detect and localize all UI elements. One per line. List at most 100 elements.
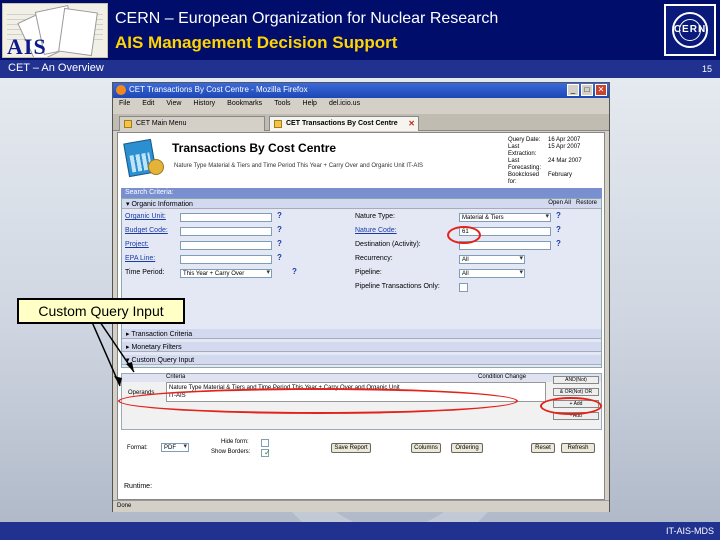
hide-form-label: Hide form:	[221, 439, 249, 445]
format-select[interactable]: PDF	[161, 443, 189, 452]
recurrency-label: Recurrency:	[355, 255, 393, 262]
project-input[interactable]	[180, 241, 272, 250]
maximize-icon[interactable]: □	[581, 84, 593, 96]
menu-bookmarks[interactable]: Bookmarks	[227, 100, 262, 111]
meta-key: Last Extraction:	[508, 144, 537, 157]
and-or-button[interactable]: & OR(Not) OR	[553, 388, 599, 396]
hide-form-checkbox[interactable]	[261, 439, 269, 447]
help-icon[interactable]: ?	[277, 225, 282, 234]
help-icon[interactable]: ?	[277, 211, 282, 220]
section-label: Transaction Criteria	[131, 331, 193, 338]
section-custom-query-input[interactable]: ▾ Custom Query Input	[122, 355, 601, 365]
nature-type-select[interactable]: Material & Tiers	[459, 213, 551, 222]
nature-code-label[interactable]: Nature Code:	[355, 227, 397, 234]
section-title: CET – An Overview	[8, 62, 104, 74]
pipeline-only-checkbox[interactable]	[459, 283, 468, 292]
minimize-icon[interactable]: _	[567, 84, 579, 96]
tab-cet-main-menu[interactable]: CET Main Menu	[119, 116, 265, 131]
budget-code-input[interactable]	[180, 227, 272, 236]
menu-view[interactable]: View	[166, 100, 181, 111]
meta-value: 15 Apr 2007	[548, 144, 581, 150]
browser-title: CET Transactions By Cost Centre - Mozill…	[129, 85, 308, 94]
firefox-icon	[116, 85, 126, 95]
help-icon[interactable]: ?	[556, 225, 561, 234]
columns-button[interactable]: Columns	[411, 443, 441, 453]
ais-logo-text: AIS	[7, 34, 47, 58]
menu-edit[interactable]: Edit	[142, 100, 154, 111]
section-transaction-criteria[interactable]: ▸ Transaction Criteria	[122, 329, 601, 339]
pipeline-transactions-only-label: Pipeline Transactions Only:	[355, 283, 440, 290]
pipeline-select[interactable]: All	[459, 269, 525, 278]
menu-delicious[interactable]: del.icio.us	[329, 100, 360, 111]
menu-history[interactable]: History	[193, 100, 215, 111]
save-report-button[interactable]: Save Report	[331, 443, 371, 453]
project-label[interactable]: Project:	[125, 241, 149, 248]
menu-file[interactable]: File	[119, 100, 130, 111]
show-borders-checkbox[interactable]: ✓	[261, 449, 271, 457]
help-icon[interactable]: ?	[277, 239, 282, 248]
report-page: Transactions By Cost Centre Nature Type …	[117, 132, 605, 500]
help-icon[interactable]: ?	[556, 211, 561, 220]
help-icon[interactable]: ?	[292, 267, 297, 276]
menu-help[interactable]: Help	[303, 100, 317, 111]
section-monetary-filters[interactable]: ▸ Monetary Filters	[122, 342, 601, 352]
refresh-button[interactable]: Refresh	[561, 443, 595, 453]
browser-title-bar: CET Transactions By Cost Centre - Mozill…	[113, 83, 609, 98]
browser-tab-strip: CET Main Menu CET Transactions By Cost C…	[113, 114, 609, 131]
organic-unit-input[interactable]	[180, 213, 272, 222]
epa-line-input[interactable]	[180, 255, 272, 264]
highlight-oval-query-text	[118, 388, 518, 414]
highlight-oval-and-or-button	[540, 397, 602, 415]
cern-logo: CERN	[664, 4, 716, 56]
epa-line-label[interactable]: EPA Line:	[125, 255, 155, 262]
time-period-select[interactable]: This Year + Carry Over	[180, 269, 272, 278]
time-period-label: Time Period:	[125, 269, 165, 276]
format-label: Format:	[127, 445, 148, 451]
budget-code-label[interactable]: Budget Code:	[125, 227, 168, 234]
cern-logo-text: CERN	[673, 24, 707, 35]
section-label: Organic Information	[131, 201, 193, 208]
pipeline-label: Pipeline:	[355, 269, 382, 276]
and-not-button[interactable]: AND(Not)	[553, 376, 599, 384]
sub-header-bar: CET – An Overview 15	[0, 60, 720, 78]
reset-button[interactable]: Reset	[531, 443, 555, 453]
header-title: CERN – European Organization for Nuclear…	[115, 10, 499, 27]
status-text: Done	[117, 503, 132, 509]
criteria-label: Criteria	[166, 374, 186, 380]
help-icon[interactable]: ?	[277, 253, 282, 262]
tab-transactions-by-cost-centre[interactable]: CET Transactions By Cost Centre ✕	[269, 116, 419, 131]
page-title: Transactions By Cost Centre	[172, 141, 337, 155]
open-all-link[interactable]: Open All	[548, 200, 571, 206]
section-organic-information[interactable]: ▾ Organic Information Open All Restore	[122, 199, 601, 209]
footer-text: IT-AIS-MDS	[665, 526, 714, 536]
close-icon[interactable]: ✕	[595, 84, 607, 96]
ordering-button[interactable]: Ordering	[451, 443, 483, 453]
meta-key: Query Date:	[508, 137, 541, 143]
section-label: Custom Query Input	[131, 357, 195, 364]
meta-value: 16 Apr 2007	[548, 137, 581, 143]
search-form: ▾ Organic Information Open All Restore O…	[121, 198, 602, 368]
page-icon	[124, 120, 132, 128]
meta-value: February	[548, 172, 573, 178]
restore-link[interactable]: Restore	[576, 200, 597, 206]
tab-label: CET Main Menu	[136, 120, 187, 127]
custom-query-header: Criteria Condition Change	[122, 374, 601, 382]
nature-type-label: Nature Type:	[355, 213, 395, 220]
condition-change-label: Condition Change	[478, 374, 527, 380]
recurrency-select[interactable]: All	[459, 255, 525, 264]
help-icon[interactable]: ?	[556, 239, 561, 248]
highlight-oval-nature-code	[447, 226, 481, 244]
menu-tools[interactable]: Tools	[274, 100, 290, 111]
search-criteria-header: Search Criteria:	[121, 188, 602, 198]
meta-key: Bookclosed for:	[508, 172, 540, 185]
close-tab-icon[interactable]: ✕	[408, 119, 415, 128]
tab-label: CET Transactions By Cost Centre	[286, 120, 398, 127]
meta-value: 24 Mar 2007	[548, 158, 582, 164]
ais-logo: AIS	[2, 3, 108, 58]
report-meta: Query Date: 16 Apr 2007 Last Extraction: 1…	[508, 137, 582, 186]
browser-menu-bar: File Edit View History Bookmarks Tools H…	[113, 98, 609, 111]
browser-window: CET Transactions By Cost Centre - Mozill…	[112, 82, 610, 512]
runtime-label: Runtime:	[124, 483, 153, 490]
report-options: Format: PDF Hide form: Show Borders: ✓ S…	[121, 439, 602, 463]
organic-unit-label[interactable]: Organic Unit:	[125, 213, 166, 220]
